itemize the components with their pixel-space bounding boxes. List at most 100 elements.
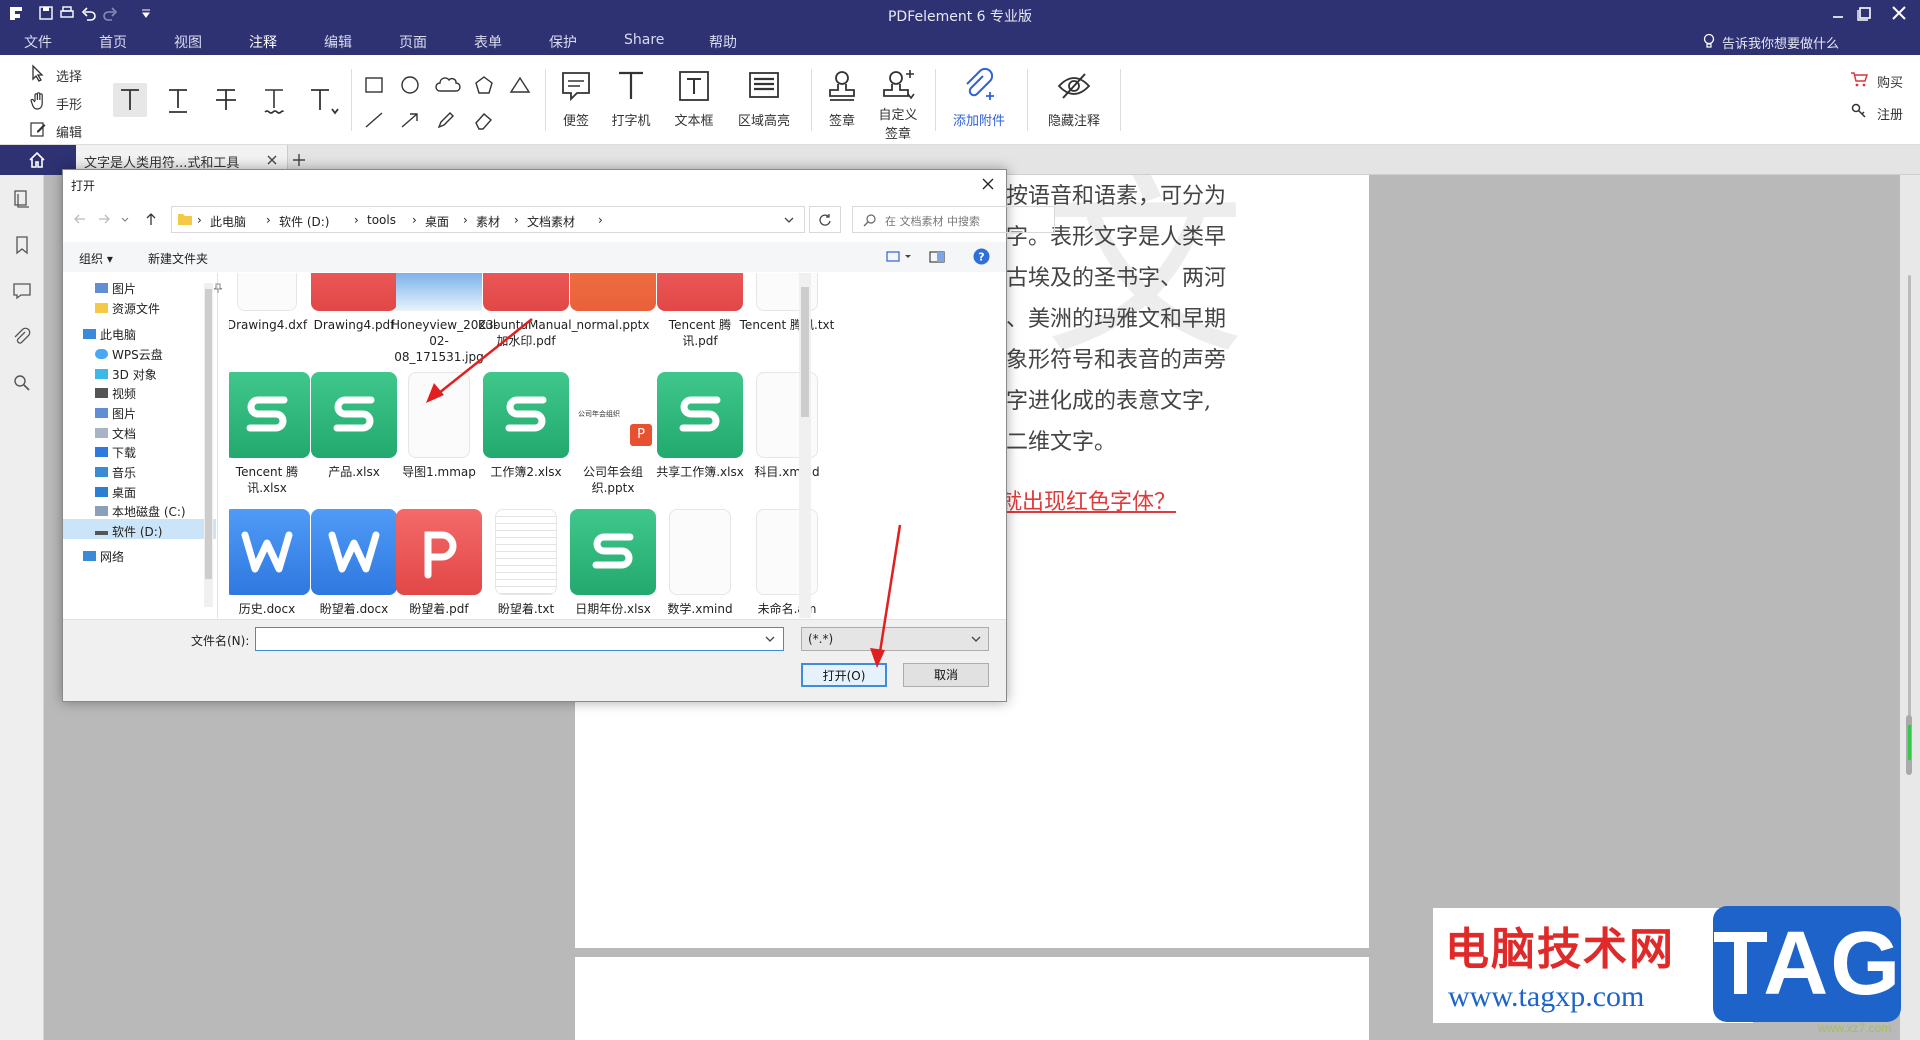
menu-form[interactable]: 表单 [474,32,502,52]
nav-item-this-pc[interactable]: 此电脑 [83,326,136,343]
area-highlight-button[interactable]: 区域高亮 [732,68,796,129]
breadcrumb-item[interactable]: 软件 (D:) [279,213,329,230]
close-icon[interactable] [1888,3,1910,23]
textbox-button[interactable]: 文本框 [668,68,720,129]
preview-pane-icon[interactable] [929,250,945,264]
new-folder-button[interactable]: 新建文件夹 [148,250,208,267]
new-tab-icon[interactable] [292,153,306,167]
up-arrow-icon[interactable] [144,212,158,226]
insert-text-icon[interactable] [305,83,339,117]
file-item[interactable]: Tencent 腾讯.pdf [652,273,748,349]
select-tool-label[interactable]: 选择 [56,66,82,85]
menu-edit[interactable]: 编辑 [324,32,352,52]
nav-item-network[interactable]: 网络 [83,548,124,565]
file-item[interactable]: 未命名.am [739,509,835,617]
nav-item-downloads[interactable]: 下载 [95,444,136,461]
hand-tool-label[interactable]: 手形 [56,94,82,113]
address-bar[interactable]: › 此电脑 › 软件 (D:) › tools › 桌面 › 素材 › 文档素材… [171,206,805,233]
ellipse-icon[interactable] [398,74,422,96]
menu-help[interactable]: 帮助 [709,32,737,52]
file-item[interactable]: 日期年份.xlsx [565,509,661,617]
bookmark-icon[interactable] [12,235,32,255]
cancel-button[interactable]: 取消 [903,663,989,687]
hand-icon[interactable] [30,92,46,110]
file-item[interactable]: 盼望着.pdf [391,509,487,617]
stamp-button[interactable]: 签章 [818,68,866,129]
polyline-icon[interactable] [508,74,532,96]
text-highlight-tool[interactable] [113,83,147,117]
edit-icon[interactable] [30,120,46,138]
nav-item-drive-d[interactable]: 软件 (D:) [95,523,162,540]
nav-item-wps-cloud[interactable]: WPS云盘 [95,346,163,363]
maximize-icon[interactable] [1853,3,1875,23]
filename-dropdown-icon[interactable] [764,634,776,644]
file-item[interactable]: 共享工作簿.xlsx [652,372,748,480]
nav-item-pictures[interactable]: 图片 [95,405,136,422]
nav-item-resources[interactable]: 资源文件 [95,300,160,317]
breadcrumb-item[interactable]: tools [367,213,396,227]
menu-comment[interactable]: 注释 [249,32,277,58]
dialog-close-icon[interactable] [980,176,996,192]
nav-item-drive-c[interactable]: 本地磁盘 (C:) [95,503,186,520]
polygon-icon[interactable] [472,74,496,96]
line-icon[interactable] [362,109,386,131]
file-item[interactable]: normal.pptx [565,273,661,333]
hide-annotations-button[interactable]: 隐藏注释 [1038,68,1110,129]
select-arrow-icon[interactable] [30,64,46,82]
dialog-search-box[interactable]: 在 文档素材 中搜索 [852,206,1055,233]
help-icon[interactable]: ? [973,248,990,265]
nav-item-documents[interactable]: 文档 [95,425,136,442]
file-item[interactable]: Drawing4.dxf [229,273,315,333]
arrow-icon[interactable] [398,109,422,131]
comments-icon[interactable] [12,281,32,301]
menu-view[interactable]: 视图 [174,32,202,52]
document-scrollbar[interactable] [1900,175,1920,1040]
breadcrumb-item[interactable]: 素材 [476,213,500,230]
menu-home[interactable]: 首页 [99,32,127,52]
nav-scrollbar[interactable] [204,283,213,607]
close-tab-icon[interactable] [266,154,278,166]
menu-share[interactable]: Share [624,32,664,48]
file-item[interactable]: 科目.xmind [739,372,835,480]
file-item[interactable]: Tencent 腾讯.xlsx [229,372,315,496]
custom-stamp-button[interactable]: 自定义 签章 [872,68,924,142]
minimize-icon[interactable] [1827,3,1849,23]
key-icon[interactable] [1851,103,1867,119]
file-item[interactable]: 数学.xmind [652,509,748,617]
view-options-icon[interactable] [885,250,915,264]
file-item[interactable]: 公司年会组织 P 公司年会组织.pptx [565,372,661,496]
eraser-icon[interactable] [472,109,496,131]
attachment-panel-icon[interactable] [12,327,32,347]
organize-button[interactable]: 组织 ▾ [79,250,113,267]
rectangle-icon[interactable] [362,74,386,96]
nav-item-videos[interactable]: 视频 [95,385,136,402]
recent-dropdown-icon[interactable] [120,212,130,226]
pencil-icon[interactable] [434,109,458,131]
filename-input[interactable] [255,627,784,651]
nav-item-pictures-quick[interactable]: 图片 [95,280,136,297]
tell-me-input[interactable]: 告诉我你想要做什么 [1722,33,1839,52]
breadcrumb-item[interactable]: 此电脑 [210,213,246,230]
buy-link[interactable]: 购买 [1877,72,1903,91]
edit-tool-label[interactable]: 编辑 [56,122,82,141]
note-button[interactable]: 便签 [553,68,599,129]
file-item[interactable]: 盼望着.docx [306,509,402,617]
menu-protect[interactable]: 保护 [549,32,577,52]
cloud-icon[interactable] [434,74,462,96]
search-panel-icon[interactable] [12,373,32,393]
file-item[interactable]: 历史.docx [229,509,315,617]
menu-file[interactable]: 文件 [24,32,52,52]
squiggly-text-icon[interactable] [257,83,291,117]
typewriter-button[interactable]: 打字机 [606,68,656,129]
breadcrumb-item[interactable]: 文档素材 [527,213,575,230]
file-item[interactable]: Drawing4.pdf [306,273,402,333]
refresh-button[interactable] [809,206,841,233]
nav-item-music[interactable]: 音乐 [95,464,136,481]
underline-text-icon[interactable] [161,83,195,117]
file-list-scrollbar[interactable] [799,273,811,618]
file-item[interactable]: 产品.xlsx [306,372,402,480]
add-attachment-button[interactable]: 添加附件 [948,68,1010,129]
file-item[interactable]: 盼望着.txt [478,509,574,617]
nav-item-desktop[interactable]: 桌面 [95,484,136,501]
thumbnails-icon[interactable] [12,189,32,209]
